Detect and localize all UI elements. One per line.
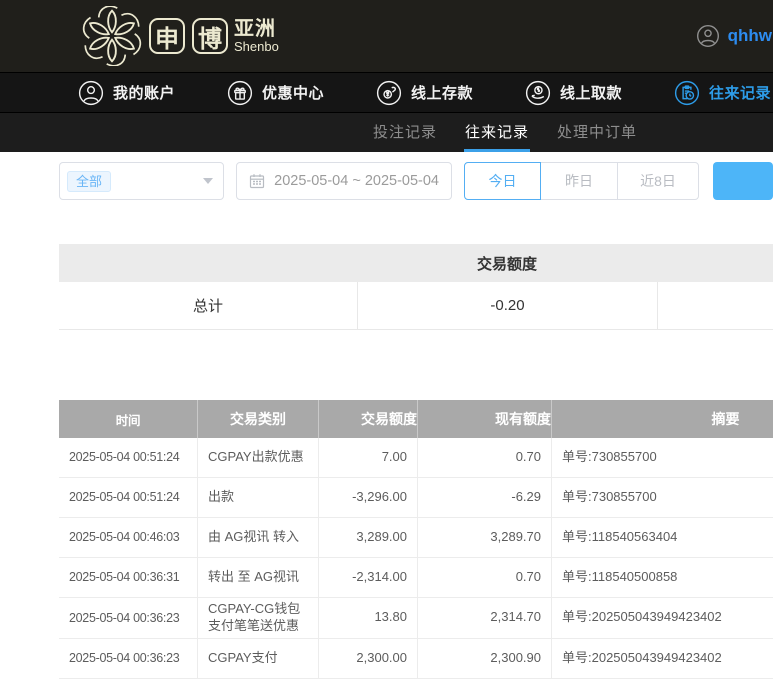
- content: 全部 2025-05-04 ~ 2025-05-04 今日 昨日 近8日 交易额…: [0, 162, 773, 679]
- table-header-row: 时间 交易类别 交易额度 现有额度 摘要: [59, 400, 773, 438]
- table-row: 2025-05-04 00:51:24 出款 -3,296.00 -6.29 单号:73…: [59, 478, 773, 518]
- records-clock-icon: [674, 80, 700, 105]
- summary-table: 交易额度 总计 -0.20: [59, 244, 773, 330]
- today-button[interactable]: 今日: [464, 162, 541, 200]
- table-cell: 2025-05-04 00:51:24: [59, 438, 198, 477]
- table-cell: 2,300.90: [418, 638, 552, 678]
- table-cell: 3,289.70: [418, 518, 552, 557]
- table-cell: 2025-05-04 00:51:24: [59, 478, 198, 517]
- table-cell: -6.29: [418, 478, 552, 517]
- table-cell: 单号:202505043949423402: [562, 609, 722, 625]
- type-select[interactable]: 全部: [59, 162, 225, 200]
- transactions-table: 时间 交易类别 交易额度 现有额度 摘要 2025-05-04 00:51:24…: [59, 400, 773, 679]
- page: 申 博 亚洲 Shenbo qhhw 我的账户 优惠中心 线上存款 线上取款 往…: [0, 0, 773, 681]
- nav-item-my-account[interactable]: 我的账户: [78, 80, 175, 106]
- nav-label: 优惠中心: [261, 85, 324, 102]
- table-cell: 7.00: [319, 438, 418, 477]
- summary-total-value: -0.20: [357, 282, 657, 329]
- table-row: 2025-05-04 00:36:23 CGPAY支付 2,300.00 2,300.…: [59, 638, 773, 679]
- tab-pending-orders[interactable]: 处理中订单: [556, 113, 638, 152]
- table-cell: 出款: [198, 478, 319, 517]
- table-cell: CGPAY出款优惠: [198, 438, 319, 477]
- table-row: 2025-05-04 00:36:31 转出 至 AG视讯 -2,314.00 0.7…: [59, 558, 773, 598]
- quick-date-buttons: 今日 昨日 近8日: [464, 162, 699, 200]
- nav-item-deposit[interactable]: 线上存款: [376, 80, 473, 106]
- table-cell: CGPAY支付: [198, 638, 319, 678]
- tab-betting-records[interactable]: 投注记录: [372, 113, 438, 152]
- nav-label: 我的账户: [113, 85, 176, 102]
- table-cell: 由 AG视讯 转入: [198, 518, 319, 557]
- table-body: 2025-05-04 00:51:24 CGPAY出款优惠 7.00 0.70 单号:7…: [59, 438, 773, 679]
- logo-region-text: 亚洲: [234, 17, 276, 40]
- table-cell: 0.70: [418, 438, 552, 477]
- table-cell: 13.80: [319, 598, 418, 638]
- logo-char-bo: 博: [192, 18, 228, 54]
- deposit-coin-icon: [376, 80, 402, 105]
- logo-wordmark: 亚洲 Shenbo: [234, 17, 279, 54]
- table-cell: 2025-05-04 00:36:23: [59, 598, 198, 638]
- nav-item-promotions[interactable]: 优惠中心: [227, 80, 324, 106]
- nav-label: 往来记录: [708, 85, 771, 102]
- summary-total-row: 总计 -0.20: [59, 282, 773, 330]
- tab-transaction-records[interactable]: 往来记录: [464, 113, 531, 152]
- table-cell: 2025-05-04 00:46:03: [59, 518, 198, 557]
- logo-latin-text: Shenbo: [234, 38, 279, 54]
- calendar-icon: [250, 174, 265, 189]
- nav-item-withdraw[interactable]: 线上取款: [525, 80, 622, 106]
- table-cell: -3,296.00: [319, 478, 418, 517]
- date-range-input[interactable]: 2025-05-04 ~ 2025-05-04: [236, 162, 452, 200]
- user-account[interactable]: qhhw: [696, 0, 772, 72]
- table-cell: 单号:118540500858: [562, 569, 678, 585]
- table-cell: 单号:730855700: [562, 449, 657, 465]
- summary-total-label: 总计: [192, 298, 223, 315]
- summary-empty-cell: [657, 282, 773, 329]
- table-row: 2025-05-04 00:46:03 由 AG视讯 转入 3,289.00 3,28…: [59, 518, 773, 558]
- selected-type-tag[interactable]: 全部: [67, 170, 112, 192]
- nav-label: 线上存款: [410, 85, 473, 102]
- logo-char-shen: 申: [149, 18, 185, 54]
- table-cell: 转出 至 AG视讯: [198, 558, 319, 597]
- table-row: 2025-05-04 00:51:24 CGPAY出款优惠 7.00 0.70 单号:7…: [59, 438, 773, 478]
- table-cell: 3,289.00: [319, 518, 418, 557]
- table-cell: -2,314.00: [319, 558, 418, 597]
- summary-header-cell: 交易额度: [476, 255, 537, 273]
- last-8-days-button[interactable]: 近8日: [617, 162, 699, 200]
- table-row: 2025-05-04 00:36:23 CGPAY-CG钱包支付笔笔送优惠 13.8…: [59, 598, 773, 639]
- table-cell: 单号:730855700: [562, 489, 657, 505]
- table-cell: 2025-05-04 00:36:31: [59, 558, 198, 597]
- table-cell: 2,314.70: [418, 598, 552, 638]
- withdraw-hand-icon: [525, 80, 551, 105]
- filter-row: 全部 2025-05-04 ~ 2025-05-04 今日 昨日 近8日: [59, 162, 773, 200]
- yesterday-button[interactable]: 昨日: [540, 162, 618, 200]
- table-cell: 0.70: [418, 558, 552, 597]
- logo[interactable]: 申 博 亚洲 Shenbo: [82, 6, 279, 66]
- query-button[interactable]: [713, 162, 773, 200]
- column-header-amount: 交易额度: [319, 400, 418, 438]
- table-cell: 单号:202505043949423402: [562, 649, 722, 665]
- column-header-time: 时间: [59, 400, 198, 438]
- record-tabs: 投注记录 往来记录 处理中订单: [0, 112, 773, 152]
- username-text: qhhw: [727, 26, 772, 45]
- table-cell: 2025-05-04 00:36:23: [59, 638, 198, 678]
- column-header-type: 交易类别: [198, 400, 319, 438]
- user-avatar-icon: [696, 24, 719, 48]
- chevron-down-icon: [203, 178, 214, 184]
- user-icon: [78, 80, 104, 105]
- table-cell: 2,300.00: [319, 638, 418, 678]
- summary-header-row: 交易额度: [59, 244, 773, 282]
- table-cell: 单号:118540563404: [562, 529, 678, 545]
- nav-label: 线上取款: [559, 85, 622, 102]
- nav-item-transaction-records[interactable]: 往来记录: [674, 80, 771, 106]
- flower-logo-icon: [82, 6, 142, 66]
- date-range-value: 2025-05-04 ~ 2025-05-04: [274, 173, 439, 189]
- site-header: 申 博 亚洲 Shenbo qhhw: [0, 0, 773, 72]
- main-nav: 我的账户 优惠中心 线上存款 线上取款 往来记录: [0, 72, 773, 112]
- table-cell: CGPAY-CG钱包支付笔笔送优惠: [198, 598, 319, 638]
- column-header-balance: 现有额度: [418, 400, 552, 438]
- gift-icon: [227, 80, 253, 105]
- column-header-summary: 摘要: [711, 411, 740, 427]
